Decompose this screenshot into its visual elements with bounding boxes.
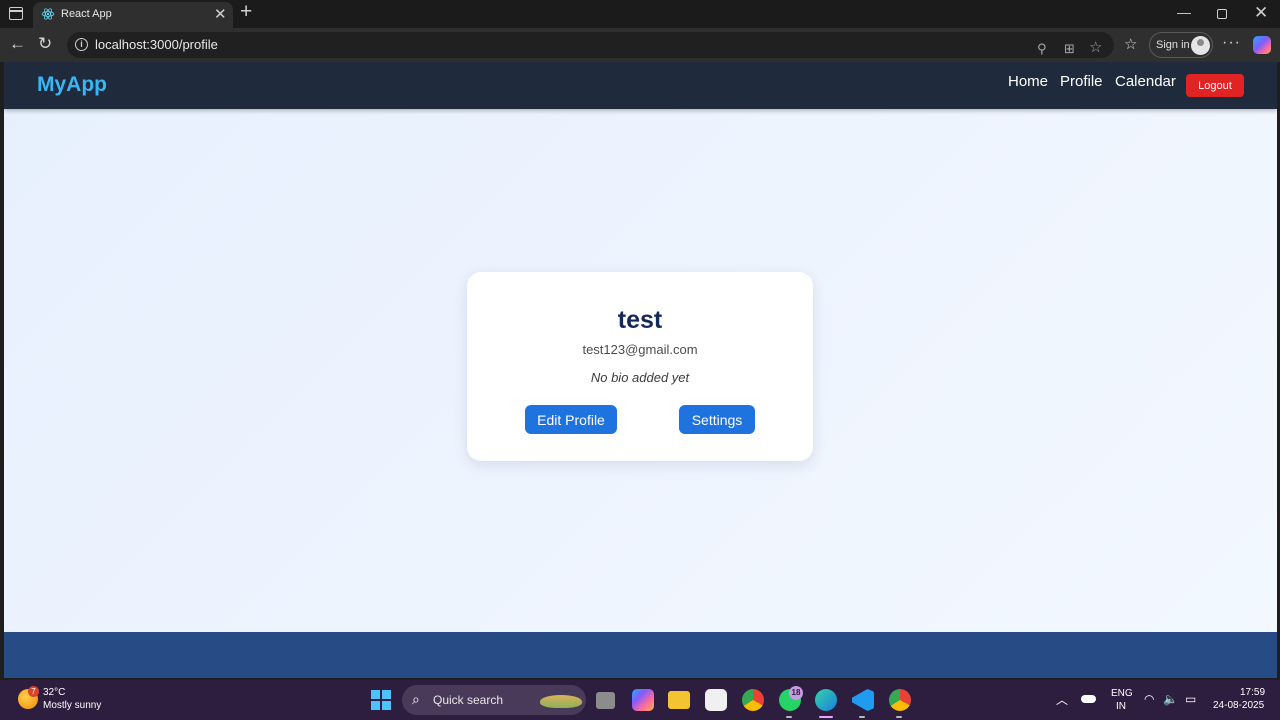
page-viewport: MyApp Home Profile Calendar Logout test … [4,62,1277,678]
clock-date[interactable]: 24-08-2025 [1213,700,1264,711]
sign-in-label: Sign in [1156,39,1190,51]
taskbar-search[interactable]: ⌕ Quick search [402,685,586,715]
settings-button[interactable]: Settings [679,405,755,434]
active-app-indicator [819,716,833,718]
url-text[interactable]: localhost:3000/profile [95,37,218,52]
info-icon[interactable]: i [75,38,88,51]
profile-name: test [617,306,663,334]
vscode-icon[interactable] [852,689,874,711]
windows-start-icon[interactable] [371,690,391,710]
read-aloud-icon[interactable]: ⚲ [1037,41,1047,57]
nav-link-home[interactable]: Home [1008,73,1048,90]
wifi-icon[interactable]: ◠ [1144,692,1154,706]
reload-icon[interactable]: ↻ [38,34,52,54]
profile-bio: No bio added yet [590,370,690,385]
extensions-icon[interactable]: ⊞ [1064,41,1075,57]
language-line1[interactable]: ENG [1111,688,1133,699]
window-close-icon[interactable]: ✕ [1254,3,1268,23]
logout-button[interactable]: Logout [1186,74,1244,97]
edit-profile-button[interactable]: Edit Profile [525,405,617,434]
plus-icon[interactable]: + [240,0,252,24]
profile-email: test123@gmail.com [582,342,698,357]
tab-title: React App [61,8,112,20]
address-bar: ← ↻ i localhost:3000/profile ⚲ ⊞ ☆ ☆ Sig… [0,28,1280,62]
chrome-profile-icon[interactable] [889,689,911,711]
volume-icon[interactable]: 🔈 [1163,692,1178,706]
clock-time[interactable]: 17:59 [1240,687,1265,698]
browser-tab-bar: React App ✕ + — ✕ [0,0,1280,28]
url-field[interactable]: i localhost:3000/profile ⚲ ⊞ ☆ [67,32,1114,58]
onedrive-icon[interactable] [1081,695,1096,703]
tab-actions-icon[interactable] [9,7,23,20]
running-indicator [896,716,902,718]
windows-taskbar: 7 32°C Mostly sunny ⌕ Quick search 18 ︿ … [0,680,1280,720]
close-icon[interactable]: ✕ [214,5,227,23]
running-indicator [786,716,792,718]
nav-link-calendar[interactable]: Calendar [1115,73,1176,90]
react-favicon-icon [41,8,55,20]
favorites-icon[interactable]: ☆ [1124,35,1137,53]
chevron-up-icon[interactable]: ︿ [1056,691,1068,708]
battery-icon[interactable]: ▭ [1185,692,1196,706]
sign-in-button[interactable]: Sign in [1149,32,1213,58]
task-view-icon[interactable] [596,692,615,709]
weather-badge: 7 [28,686,39,697]
minimize-icon[interactable]: — [1177,4,1191,20]
app-navbar: MyApp Home Profile Calendar Logout [4,62,1277,109]
profile-card: test test123@gmail.com No bio added yet … [467,272,813,461]
file-explorer-icon[interactable] [668,691,690,709]
weather-temp: 32°C [43,687,66,698]
language-line2[interactable]: IN [1116,701,1126,712]
search-label: Quick search [433,693,504,707]
browser-tab[interactable]: React App ✕ [33,2,233,28]
maximize-icon[interactable] [1217,9,1227,19]
back-icon[interactable]: ← [9,34,26,54]
chrome-icon[interactable] [742,689,764,711]
edge-icon[interactable] [815,689,837,711]
whatsapp-badge: 18 [789,686,803,700]
search-icon: ⌕ [412,691,420,707]
nav-link-profile[interactable]: Profile [1060,73,1103,90]
avatar-icon [1191,36,1210,55]
copilot-app-icon[interactable] [632,689,654,711]
more-icon[interactable]: ··· [1222,34,1241,52]
page-footer [4,632,1277,678]
weather-desc: Mostly sunny [43,700,102,711]
running-indicator [859,716,865,718]
copilot-icon[interactable] [1253,36,1271,54]
star-icon[interactable]: ☆ [1089,38,1102,56]
store-icon[interactable] [705,689,727,711]
brand-logo[interactable]: MyApp [37,73,107,97]
search-highlight-icon [540,695,582,708]
